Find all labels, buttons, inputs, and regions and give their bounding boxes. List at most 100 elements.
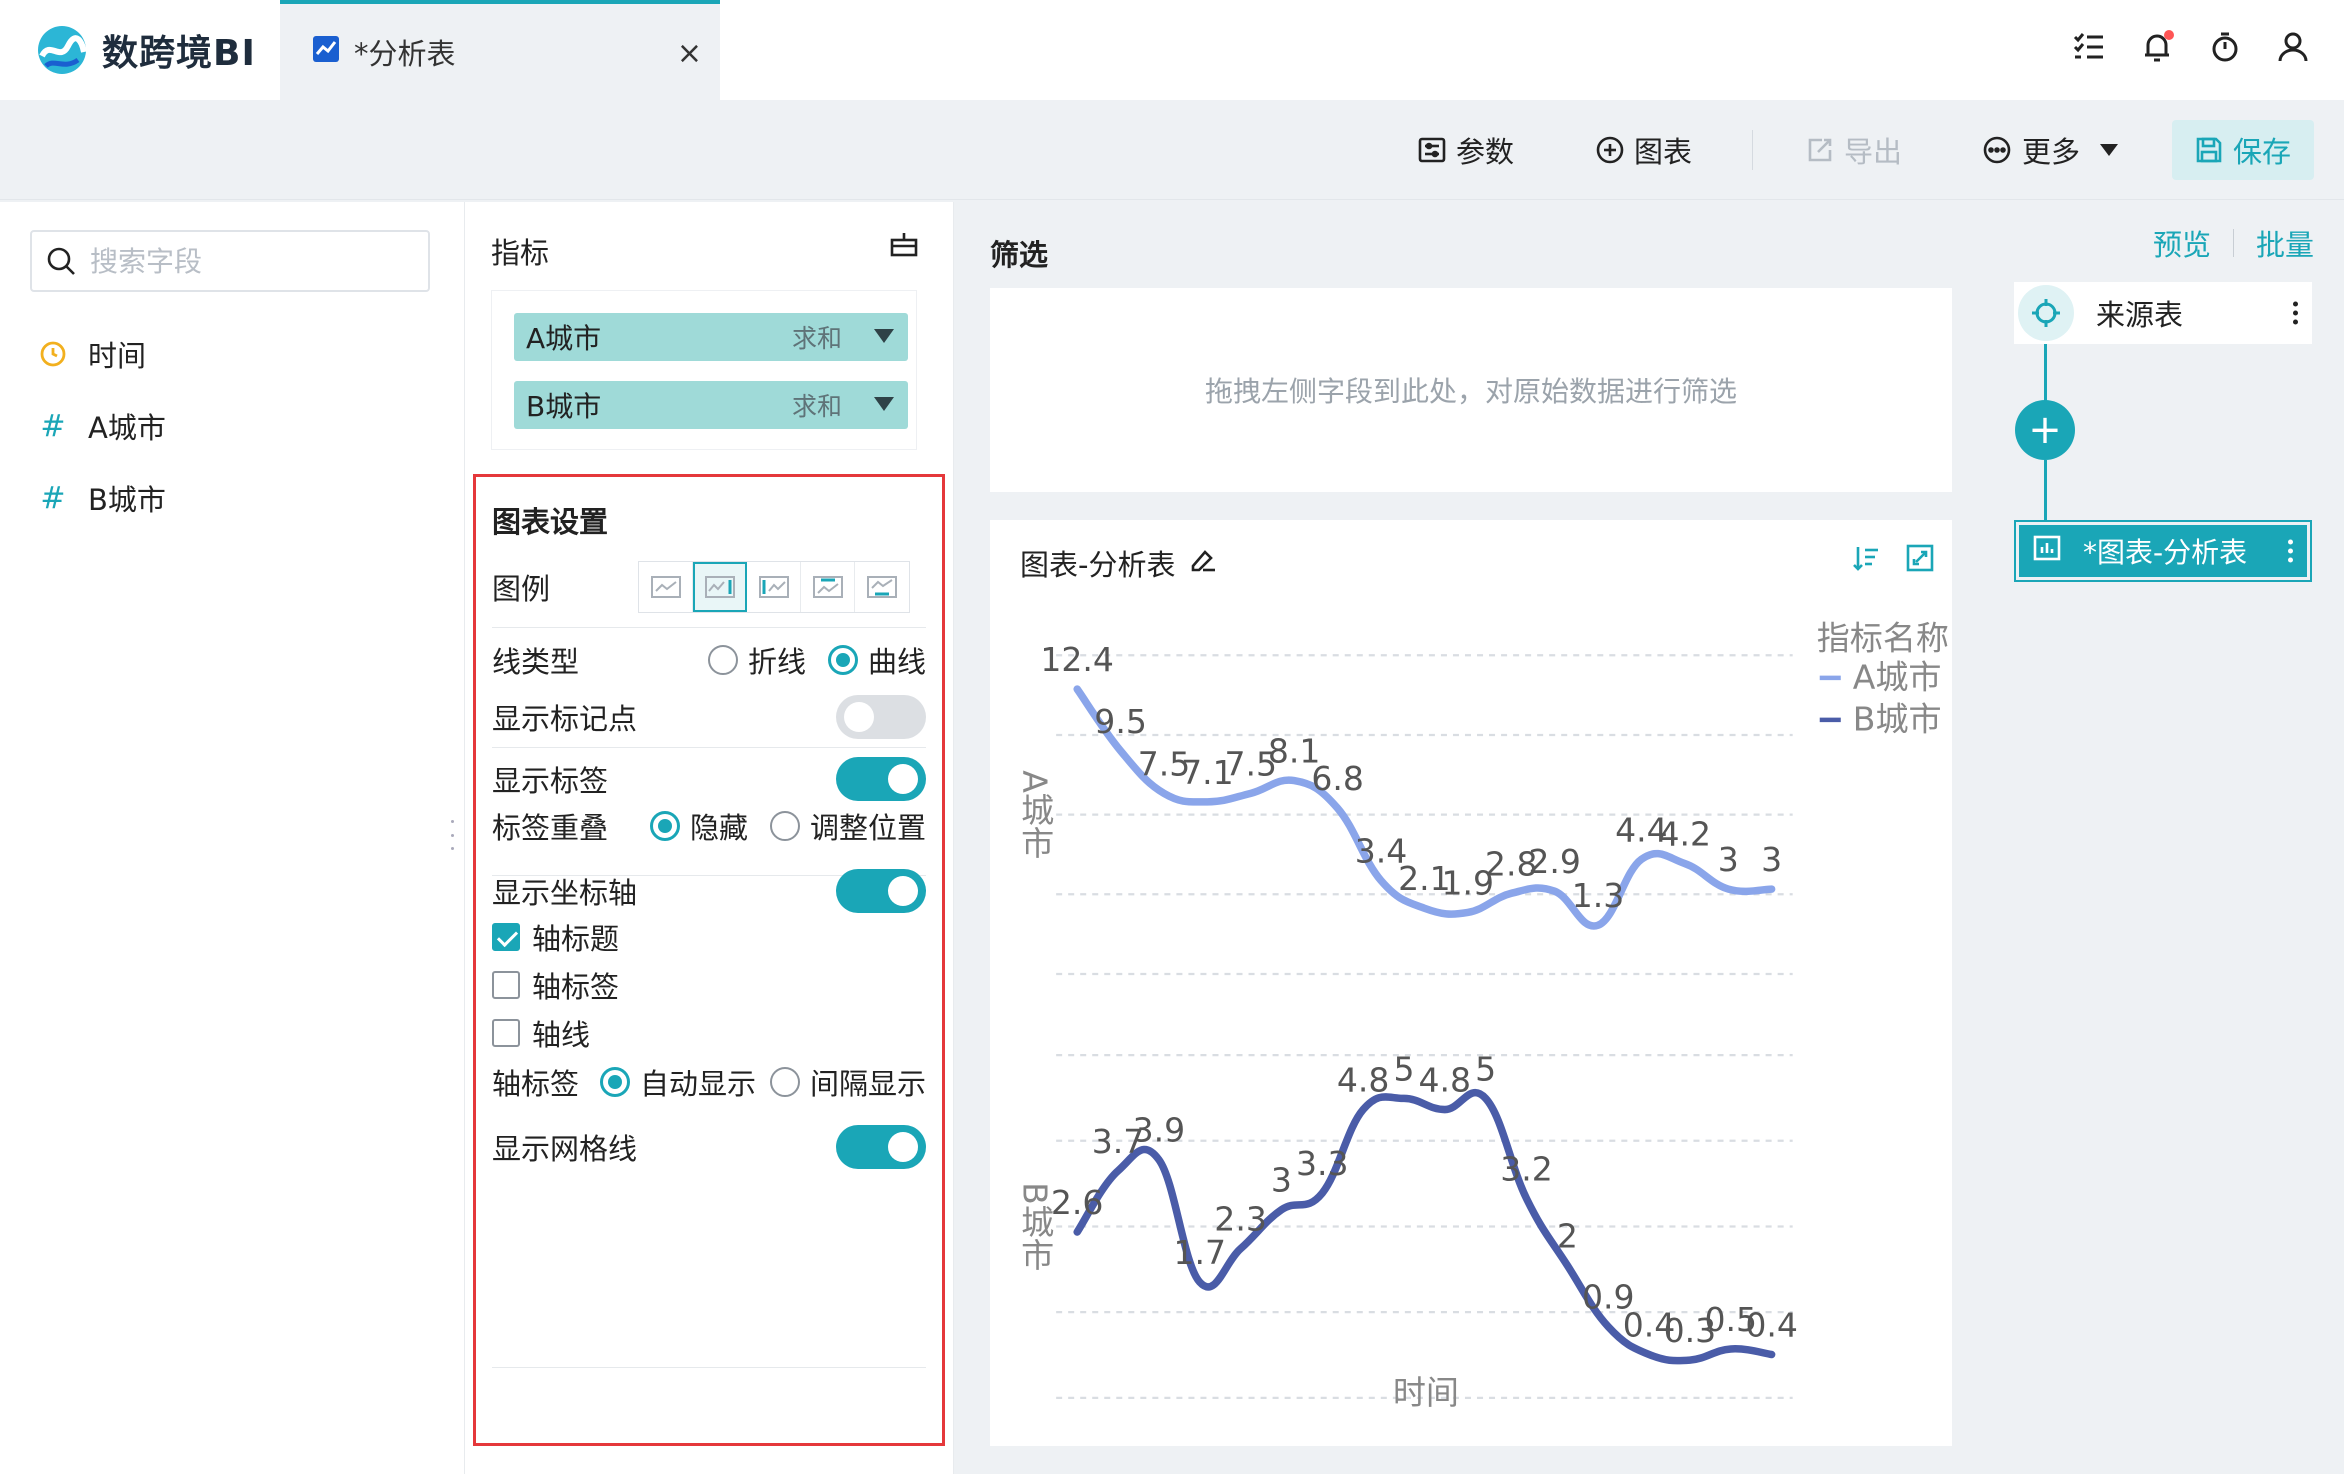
export-button[interactable]: 导出 [1806, 128, 1902, 172]
line-type-radio-curve[interactable] [827, 645, 858, 675]
show-grid-label: 显示网格线 [492, 1132, 638, 1166]
legend-left-icon[interactable] [747, 562, 801, 612]
data-label: 2.3 [1214, 1200, 1267, 1239]
divider [492, 627, 926, 628]
axis-line-label: 轴线 [532, 1018, 591, 1052]
add-node-button[interactable]: + [2015, 400, 2075, 460]
data-label: 4.8 [1419, 1061, 1472, 1100]
legend-row: 图例 [492, 561, 926, 613]
metric-pill[interactable]: B城市 求和 [514, 381, 908, 429]
line-type-radio-polyline[interactable] [707, 645, 738, 675]
legend-position-group [638, 561, 910, 613]
caret-down-icon [2100, 144, 2119, 156]
filter-title: 筛选 [990, 238, 1049, 272]
batch-link[interactable]: 批量 [2256, 222, 2314, 264]
field-item-time[interactable]: 时间 [38, 334, 146, 374]
legend-item: A城市 [1853, 657, 1942, 696]
save-button[interactable]: 保存 [2172, 120, 2314, 180]
data-label: 0.4 [1745, 1305, 1798, 1344]
axis-line-checkbox[interactable] [492, 1019, 520, 1047]
save-icon [2196, 137, 2222, 163]
data-label: 2.6 [1051, 1183, 1104, 1222]
data-label: 3.3 [1296, 1144, 1349, 1183]
top-icon-group [2072, 30, 2310, 64]
axis-label-mode-radio-auto[interactable] [599, 1067, 630, 1097]
search-input[interactable] [90, 244, 410, 278]
data-label: 3.2 [1500, 1150, 1553, 1189]
panel-resize-handle[interactable] [448, 820, 456, 850]
axis-ticklabel-row: 轴标签 [492, 965, 926, 1005]
legend-none-icon[interactable] [639, 562, 693, 612]
radio-label: 调整位置 [809, 811, 926, 845]
top-bar: 数跨境BI *分析表 × [0, 0, 2344, 100]
show-axis-toggle[interactable] [836, 869, 926, 913]
data-label: 5 [1475, 1049, 1496, 1088]
show-markers-row: 显示标记点 [492, 695, 926, 739]
preview-link[interactable]: 预览 [2153, 222, 2211, 264]
field-search[interactable] [30, 230, 430, 292]
data-label: 3.9 [1133, 1111, 1186, 1150]
doc-tab[interactable]: *分析表 × [280, 0, 720, 100]
divider [492, 747, 926, 748]
flow-panel: 预览 批量 来源表 + *图表-分析表 [1984, 202, 2344, 1474]
bell-icon[interactable] [2140, 30, 2174, 64]
more-button[interactable]: 更多 [1982, 128, 2119, 172]
axis-label-mode-row: 轴标签 自动显示 间隔显示 [492, 1061, 926, 1103]
caret-down-icon[interactable] [874, 329, 894, 343]
caret-down-icon[interactable] [874, 397, 894, 411]
legend-top-icon[interactable] [801, 562, 855, 612]
field-label: 时间 [88, 339, 147, 373]
metrics-dropzone[interactable]: A城市 求和 B城市 求和 [491, 290, 917, 450]
radio-label: 曲线 [867, 645, 926, 679]
axis-title-checkbox[interactable] [492, 923, 520, 951]
kebab-menu-icon[interactable] [2293, 301, 2298, 325]
app-logo[interactable]: 数跨境BI [34, 22, 256, 78]
flow-connector [2044, 342, 2047, 402]
close-icon[interactable]: × [677, 36, 702, 71]
show-labels-row: 显示标签 [492, 757, 926, 801]
metric-name: B城市 [526, 390, 602, 423]
toolbar-divider [1752, 130, 1753, 170]
kebab-menu-icon[interactable] [2288, 539, 2293, 563]
timer-icon[interactable] [2208, 30, 2242, 64]
metric-pill[interactable]: A城市 求和 [514, 313, 908, 361]
field-label: B城市 [88, 483, 166, 517]
axis-ticklabel-checkbox[interactable] [492, 971, 520, 999]
field-item-a-city[interactable]: # A城市 [38, 406, 166, 446]
show-labels-label: 显示标签 [492, 764, 609, 798]
show-labels-toggle[interactable] [836, 757, 926, 801]
show-axis-label: 显示坐标轴 [492, 876, 638, 910]
chart-node-body: *图表-分析表 [2019, 525, 2307, 577]
label-overlap-radio-hide[interactable] [649, 811, 680, 841]
metrics-title: 指标 [491, 236, 550, 270]
chart-node[interactable]: *图表-分析表 [2014, 520, 2312, 582]
field-item-b-city[interactable]: # B城市 [38, 478, 166, 518]
show-markers-toggle[interactable] [836, 695, 926, 739]
field-label: A城市 [88, 411, 166, 445]
user-icon[interactable] [2276, 30, 2310, 64]
axis-title-label: 轴标题 [532, 922, 620, 956]
source-table-label: 来源表 [2096, 298, 2184, 332]
label-overlap-options: 隐藏 调整位置 [649, 805, 926, 847]
axis-label-mode-radio-interval[interactable] [769, 1067, 800, 1097]
crosshair-icon [2018, 285, 2074, 341]
pin-icon[interactable] [889, 230, 919, 267]
show-grid-row: 显示网格线 [492, 1125, 926, 1169]
axis-title-row: 轴标题 [492, 917, 926, 957]
line-type-options: 折线 曲线 [707, 639, 926, 681]
legend-bottom-icon[interactable] [855, 562, 909, 612]
data-label: 4.8 [1337, 1061, 1390, 1100]
list-check-icon[interactable] [2072, 30, 2106, 64]
add-chart-button[interactable]: 图表 [1596, 128, 1692, 172]
chart-settings-title-text: 图表设置 [492, 505, 609, 539]
show-grid-toggle[interactable] [836, 1125, 926, 1169]
radio-label: 隐藏 [689, 811, 748, 845]
source-table-node[interactable]: 来源表 [2014, 282, 2312, 344]
metric-name: A城市 [526, 322, 602, 355]
field-panel: 时间 # A城市 # B城市 [0, 202, 464, 1474]
filter-dropzone[interactable]: 拖拽左侧字段到此处，对原始数据进行筛选 [990, 288, 1952, 492]
params-button[interactable]: 参数 [1418, 128, 1514, 172]
legend-right-icon[interactable] [693, 562, 747, 612]
export-label: 导出 [1844, 135, 1903, 169]
label-overlap-radio-adjust[interactable] [769, 811, 800, 841]
